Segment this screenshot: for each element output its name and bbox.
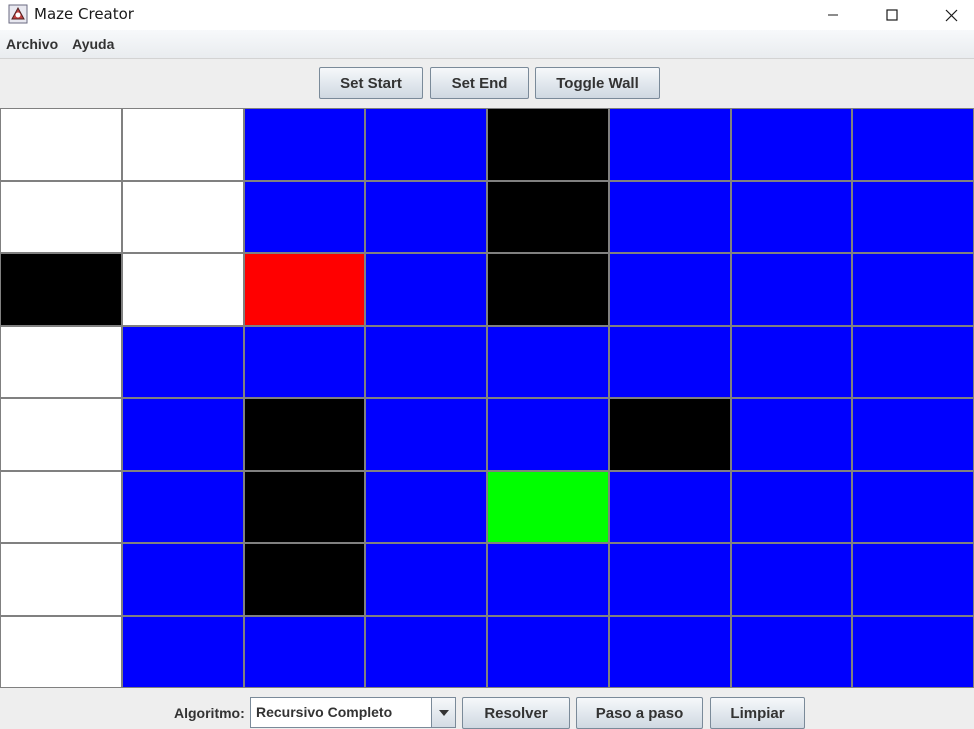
- menu-bar: Archivo Ayuda: [0, 30, 974, 59]
- java-app-icon: [8, 4, 28, 24]
- maze-cell-r7-c2[interactable]: [244, 616, 365, 687]
- maze-cell-r5-c7[interactable]: [853, 471, 973, 542]
- maze-cell-r7-c6[interactable]: [731, 616, 852, 687]
- maze-cell-r0-c1[interactable]: [122, 109, 243, 180]
- maze-cell-r3-c3[interactable]: [366, 326, 486, 397]
- maze-cell-r3-c0[interactable]: [1, 326, 121, 397]
- menu-ayuda[interactable]: Ayuda: [65, 30, 121, 59]
- set-end-button[interactable]: Set End: [430, 67, 529, 99]
- maze-cell-r7-c4[interactable]: [488, 616, 608, 687]
- maze-cell-r4-c6[interactable]: [731, 399, 852, 470]
- maze-cell-r2-c4[interactable]: [488, 254, 608, 325]
- maze-cell-r1-c2[interactable]: [244, 181, 365, 252]
- maze-cell-r0-c0[interactable]: [1, 109, 121, 180]
- maze-cell-r3-c2[interactable]: [244, 326, 365, 397]
- maze-cell-r5-c3[interactable]: [366, 471, 486, 542]
- maze-cell-r4-c5[interactable]: [609, 399, 730, 470]
- close-button[interactable]: [928, 0, 974, 30]
- solve-button[interactable]: Resolver: [462, 697, 570, 729]
- maze-cell-r4-c3[interactable]: [366, 399, 486, 470]
- maze-cell-r3-c6[interactable]: [731, 326, 852, 397]
- maze-cell-r2-c5[interactable]: [609, 254, 730, 325]
- maze-cell-r5-c2[interactable]: [244, 471, 365, 542]
- maze-cell-r7-c7[interactable]: [853, 616, 973, 687]
- maze-cell-r2-c7[interactable]: [853, 254, 973, 325]
- maze-creator-window: Maze Creator Archivo Ayuda Set Start Set…: [0, 0, 974, 729]
- maze-grid: [0, 108, 974, 688]
- maze-cell-r1-c4[interactable]: [488, 181, 608, 252]
- maze-cell-r6-c6[interactable]: [731, 544, 852, 615]
- maze-cell-r1-c7[interactable]: [853, 181, 973, 252]
- maze-cell-r5-c0[interactable]: [1, 471, 121, 542]
- algorithm-label: Algoritmo:: [174, 705, 245, 721]
- maze-cell-r3-c5[interactable]: [609, 326, 730, 397]
- maze-cell-r0-c4[interactable]: [488, 109, 608, 180]
- maze-cell-r1-c0[interactable]: [1, 181, 121, 252]
- minimize-button[interactable]: [810, 0, 856, 30]
- maze-cell-r4-c1[interactable]: [122, 399, 243, 470]
- maximize-button[interactable]: [869, 0, 915, 30]
- maze-cell-r6-c2[interactable]: [244, 544, 365, 615]
- maze-cell-r7-c3[interactable]: [366, 616, 486, 687]
- maze-cell-r0-c2[interactable]: [244, 109, 365, 180]
- maze-cell-r5-c5[interactable]: [609, 471, 730, 542]
- algorithm-selected-value: Recursivo Completo: [256, 704, 393, 720]
- maze-cell-r4-c4[interactable]: [488, 399, 608, 470]
- menu-archivo[interactable]: Archivo: [0, 30, 65, 59]
- maximize-icon: [886, 9, 898, 21]
- maze-cell-r5-c1[interactable]: [122, 471, 243, 542]
- maze-cell-r0-c7[interactable]: [853, 109, 973, 180]
- maze-cell-r6-c7[interactable]: [853, 544, 973, 615]
- set-start-button[interactable]: Set Start: [319, 67, 423, 99]
- toggle-wall-button[interactable]: Toggle Wall: [535, 67, 660, 99]
- dropdown-arrow-button[interactable]: [431, 698, 455, 727]
- maze-cell-r6-c0[interactable]: [1, 544, 121, 615]
- step-by-step-button[interactable]: Paso a paso: [576, 697, 703, 729]
- maze-cell-r3-c1[interactable]: [122, 326, 243, 397]
- maze-cell-r5-c6[interactable]: [731, 471, 852, 542]
- title-bar: Maze Creator: [0, 0, 974, 30]
- maze-cell-r5-c4[interactable]: [488, 471, 608, 542]
- maze-cell-r1-c3[interactable]: [366, 181, 486, 252]
- maze-cell-r4-c0[interactable]: [1, 399, 121, 470]
- maze-cell-r1-c6[interactable]: [731, 181, 852, 252]
- maze-cell-r0-c5[interactable]: [609, 109, 730, 180]
- minimize-icon: [828, 14, 838, 16]
- maze-cell-r1-c1[interactable]: [122, 181, 243, 252]
- maze-cell-r6-c5[interactable]: [609, 544, 730, 615]
- maze-cell-r1-c5[interactable]: [609, 181, 730, 252]
- maze-cell-r6-c1[interactable]: [122, 544, 243, 615]
- maze-cell-r2-c0[interactable]: [1, 254, 121, 325]
- maze-cell-r0-c6[interactable]: [731, 109, 852, 180]
- maze-cell-r2-c3[interactable]: [366, 254, 486, 325]
- maze-cell-r2-c6[interactable]: [731, 254, 852, 325]
- maze-cell-r2-c1[interactable]: [122, 254, 243, 325]
- maze-cell-r6-c4[interactable]: [488, 544, 608, 615]
- maze-cell-r4-c2[interactable]: [244, 399, 365, 470]
- maze-cell-r6-c3[interactable]: [366, 544, 486, 615]
- maze-cell-r7-c0[interactable]: [1, 616, 121, 687]
- maze-cell-r3-c4[interactable]: [488, 326, 608, 397]
- algorithm-select[interactable]: Recursivo Completo: [250, 697, 456, 728]
- window-title: Maze Creator: [34, 5, 134, 23]
- maze-cell-r7-c1[interactable]: [122, 616, 243, 687]
- maze-cell-r0-c3[interactable]: [366, 109, 486, 180]
- maze-cell-r7-c5[interactable]: [609, 616, 730, 687]
- maze-cell-r4-c7[interactable]: [853, 399, 973, 470]
- maze-cell-r3-c7[interactable]: [853, 326, 973, 397]
- clear-button[interactable]: Limpiar: [710, 697, 805, 729]
- close-icon: [945, 9, 957, 21]
- caret-down-icon: [438, 709, 449, 716]
- maze-cell-r2-c2[interactable]: [244, 254, 365, 325]
